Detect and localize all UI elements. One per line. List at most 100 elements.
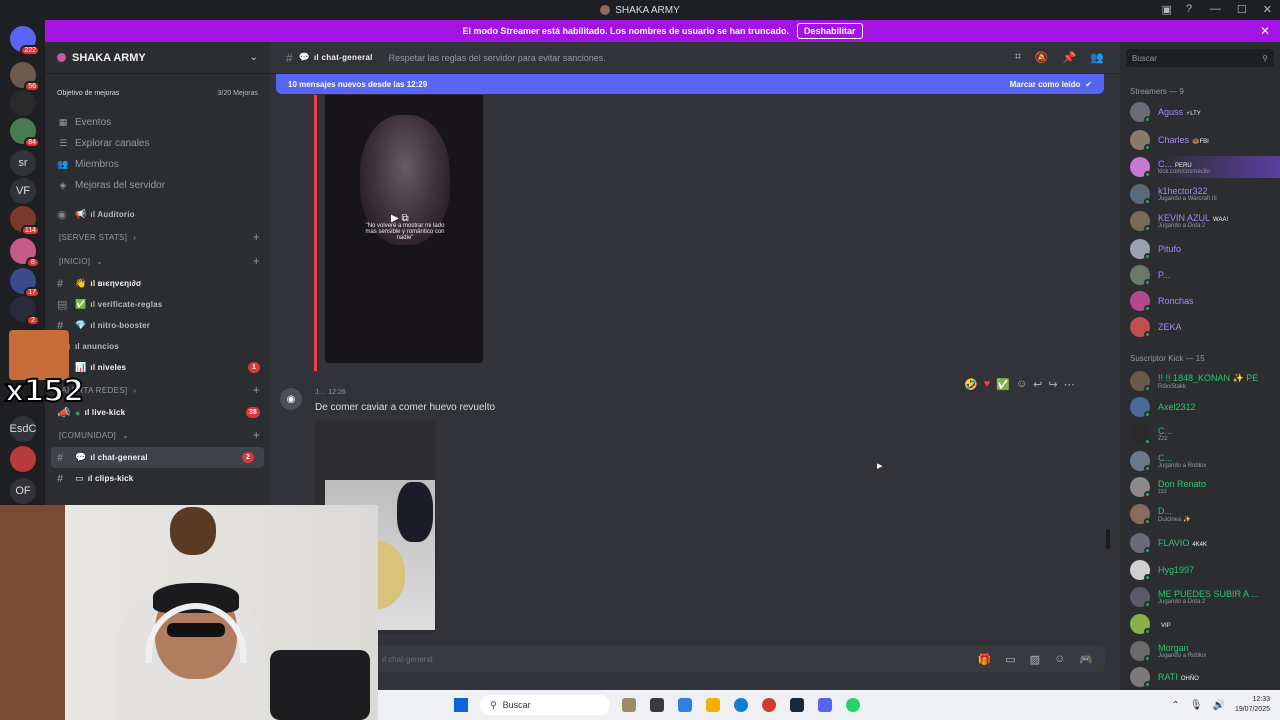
member-item[interactable]: Hyg1997 xyxy=(1130,559,1280,581)
scrollbar-thumb[interactable] xyxy=(1106,529,1110,549)
server-icon[interactable]: 56 xyxy=(10,62,40,92)
close-button[interactable]: ✕ xyxy=(1263,3,1272,16)
steam-icon[interactable] xyxy=(790,698,804,712)
member-item[interactable]: Charles 🍩FBI xyxy=(1130,129,1280,151)
add-channel-icon[interactable]: + xyxy=(253,254,260,268)
channel-verificate[interactable]: ▤ ✅ ıl verificate-reglas xyxy=(45,294,270,315)
task-view-icon[interactable] xyxy=(650,698,664,712)
category-comunidad[interactable]: [COMUNIDAD] ⌄ + xyxy=(45,423,270,447)
member-item[interactable]: ME PUEDES SUBIR A ... Jugando a Dota 2 xyxy=(1130,586,1280,608)
reply-icon[interactable]: ↩ xyxy=(1033,378,1042,391)
clock-time[interactable]: 12:33 xyxy=(1235,695,1270,705)
disable-streamer-button[interactable]: Deshabilitar xyxy=(797,23,863,39)
member-item[interactable]: D... Dulcinea ✨ xyxy=(1130,503,1280,525)
nav-item[interactable]: 👥 Miembros xyxy=(45,154,270,175)
server-icon[interactable]: 222 xyxy=(10,26,40,56)
mic-icon[interactable]: 🎙 xyxy=(1190,700,1203,711)
add-channel-icon[interactable]: + xyxy=(253,230,260,244)
server-icon[interactable]: EsdC xyxy=(10,416,36,442)
windows-start-icon[interactable] xyxy=(454,698,468,712)
server-icon[interactable]: sr xyxy=(10,150,36,176)
check-reaction-icon[interactable]: ✅ xyxy=(996,378,1010,391)
message-author[interactable]: J... xyxy=(315,389,324,396)
member-item[interactable]: Morgan Jugando a Roblox xyxy=(1130,640,1280,662)
forward-icon[interactable]: ↪ xyxy=(1048,378,1057,391)
member-item[interactable]: C... Jugando a Roblox xyxy=(1130,450,1280,472)
threads-icon[interactable]: ⌗ xyxy=(1015,51,1021,64)
edge-icon[interactable] xyxy=(734,698,748,712)
chrome-icon[interactable] xyxy=(762,698,776,712)
message-composer[interactable]: ıl chat-general 🎁 ▭ ▨ ☺ 🎮 xyxy=(370,646,1105,672)
more-icon[interactable]: ⋯ xyxy=(1064,378,1075,391)
channel-bienvenida[interactable]: # 👋 ıl вιєηνєηι∂σ xyxy=(45,273,270,294)
member-item[interactable]: C... Zzz xyxy=(1130,423,1280,445)
member-item[interactable]: k1hector322 Jugando a Warcraft III xyxy=(1130,183,1280,205)
channel-nitro[interactable]: # 💎 ıl nitro-booster xyxy=(45,315,270,336)
close-icon[interactable]: ✕ xyxy=(1260,24,1270,38)
server-icon[interactable]: 2 xyxy=(10,296,40,326)
add-channel-icon[interactable]: + xyxy=(253,428,260,442)
whatsapp-icon[interactable] xyxy=(846,698,860,712)
member-item[interactable]: C... PERU kick.com/cosmecito xyxy=(1130,156,1280,178)
clock-date[interactable]: 19/07/2025 xyxy=(1235,705,1270,715)
server-icon[interactable]: 114 xyxy=(10,206,40,236)
search-input[interactable]: Buscar ⚲ xyxy=(1126,49,1274,67)
emoji-icon[interactable]: ☺ xyxy=(1054,653,1065,666)
server-icon[interactable]: 84 xyxy=(10,118,40,148)
app-icon[interactable] xyxy=(622,698,636,712)
gif-icon[interactable]: ▭ xyxy=(1005,653,1015,666)
server-icon[interactable]: 17 xyxy=(10,268,40,298)
member-item[interactable]: FLAVIO 4K4K xyxy=(1130,532,1280,554)
video-attachment[interactable]: ▶ ⧉ "No volveré a mostrar mi lado mas se… xyxy=(325,95,483,363)
member-item[interactable]: Pitufo xyxy=(1130,238,1280,260)
member-item[interactable]: P... xyxy=(1130,264,1280,286)
mark-read-button[interactable]: Marcar como leído xyxy=(1010,80,1081,89)
heart-reaction-icon[interactable]: ♥ xyxy=(984,378,991,391)
channel-clips-kick[interactable]: # ▭ ıl clips-kick xyxy=(45,468,270,489)
member-list-icon[interactable]: 👥 xyxy=(1090,51,1104,64)
nav-item[interactable]: ▦ Eventos xyxy=(45,112,270,133)
member-item[interactable]: ZEKA xyxy=(1130,316,1280,338)
file-explorer-icon[interactable] xyxy=(706,698,720,712)
member-item[interactable]: KEVIN AZUL WAA! Jugando a Dota 2 xyxy=(1130,210,1280,232)
pin-icon[interactable]: 📌 xyxy=(1063,51,1077,64)
taskbar-search[interactable]: ⚲ Buscar xyxy=(480,695,610,715)
inbox-icon[interactable]: ▣ xyxy=(1161,3,1171,16)
member-item[interactable]: RATI OHÑO xyxy=(1130,666,1280,688)
category-inicio[interactable]: [INICIO] ⌄ + xyxy=(45,249,270,273)
category-server-stats[interactable]: [SERVER STATS] › + xyxy=(45,225,270,249)
boost-goal[interactable]: Objetivo de mejoras 3/20 Mejoras xyxy=(51,78,264,108)
minimize-button[interactable]: — xyxy=(1210,3,1221,16)
member-item[interactable]: Don Renato zzz xyxy=(1130,476,1280,498)
mute-icon[interactable]: 🔕 xyxy=(1035,51,1049,64)
gift-icon[interactable]: 🎁 xyxy=(978,653,992,666)
add-reaction-icon[interactable]: ☺ xyxy=(1016,378,1027,391)
server-icon[interactable]: OF xyxy=(10,478,36,504)
maximize-button[interactable]: ☐ xyxy=(1237,3,1247,16)
nav-item[interactable]: ☰ Explorar canales xyxy=(45,133,270,154)
sticker-icon[interactable]: ▨ xyxy=(1030,653,1040,666)
server-icon[interactable]: VF xyxy=(10,178,36,204)
volume-icon[interactable]: 🔊 xyxy=(1213,700,1225,711)
add-channel-icon[interactable]: + xyxy=(253,383,260,397)
tray-chevron-icon[interactable]: ⌃ xyxy=(1171,700,1179,711)
server-icon[interactable] xyxy=(10,90,36,116)
nav-item[interactable]: ◈ Mejoras del servidor xyxy=(45,175,270,196)
emoji-reaction-icon[interactable]: 🤣 xyxy=(964,378,978,391)
discord-icon[interactable] xyxy=(818,698,832,712)
game-icon[interactable]: 🎮 xyxy=(1079,653,1093,666)
copilot-icon[interactable] xyxy=(678,698,692,712)
member-item[interactable]: Ronchas xyxy=(1130,290,1280,312)
server-icon[interactable] xyxy=(10,446,36,472)
member-item[interactable]: Aguss ⚡LTY xyxy=(1130,101,1280,123)
member-item[interactable]: Axel2312 xyxy=(1130,396,1280,418)
help-icon[interactable]: ? xyxy=(1186,3,1192,16)
channel-chat-general[interactable]: # 💬 ıl chat-general 2 xyxy=(51,447,264,468)
member-item[interactable]: !! !! 1848_KONAN ✨ PE Rdxx5takk xyxy=(1130,370,1280,392)
server-icon[interactable]: 8 xyxy=(10,238,40,268)
member-item[interactable]: VIP xyxy=(1130,613,1280,635)
channel-auditorio[interactable]: ◉ 📢 ıl Auditorio xyxy=(45,204,270,225)
channel-anuncios[interactable]: 📣ıl anuncios xyxy=(45,336,270,357)
discord-avatar-icon[interactable]: ◉ xyxy=(280,388,302,410)
guild-header[interactable]: SHAKA ARMY ⌄ xyxy=(45,42,270,74)
